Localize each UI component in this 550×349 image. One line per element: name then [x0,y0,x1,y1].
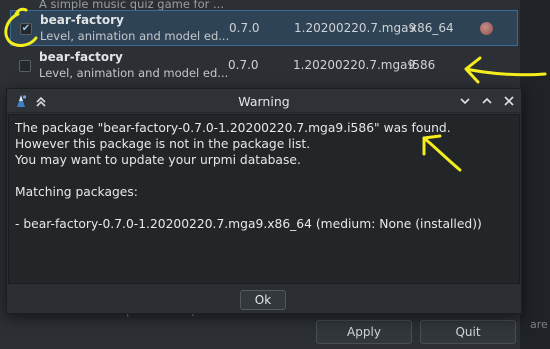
package-release: 1.20200220.7.mga9 [293,58,416,72]
message-line: The package "bear-factory-0.7.0-1.202002… [15,121,451,135]
minimize-icon[interactable] [458,94,472,108]
package-name: bear-factory [40,13,124,27]
quit-button[interactable]: Quit [420,320,516,344]
package-summary: Level, animation and model ed... [39,66,229,80]
package-checkbox[interactable] [19,60,31,72]
apply-button[interactable]: Apply [316,320,412,344]
background-window-edge: are [520,0,550,349]
warning-dialog: Warning The package "bear-factory-0.7.0-… [6,88,522,314]
close-icon[interactable] [502,94,516,108]
package-summary: Level, animation and model ed... [40,29,230,43]
package-checkbox[interactable]: ✔ [20,23,32,35]
package-version: 0.7.0 [229,21,260,35]
package-version: 0.7.0 [228,58,259,72]
message-line: Matching packages: [15,185,138,199]
partial-text: are [530,318,548,331]
message-area: The package "bear-factory-0.7.0-1.202002… [8,114,520,284]
package-row-x86_64[interactable]: ✔ bear-factory Level, animation and mode… [10,10,518,46]
package-row-i586[interactable]: bear-factory Level, animation and model … [10,48,518,84]
message-line: - bear-factory-0.7.0-1.20200220.7.mga9.x… [15,217,482,231]
ok-button[interactable]: Ok [240,290,286,310]
message-line: You may want to update your urpmi databa… [15,153,301,167]
package-name: bear-factory [39,50,123,64]
dialog-titlebar[interactable]: Warning [7,89,521,113]
message-line: However this package is not in the packa… [15,137,311,151]
installed-state-icon [480,22,493,35]
dialog-title: Warning [238,94,290,109]
package-arch: x86_64 [410,21,454,35]
package-release: 1.20200220.7.mga9 [294,21,417,35]
maximize-icon[interactable] [480,94,494,108]
package-arch: i586 [409,58,436,72]
